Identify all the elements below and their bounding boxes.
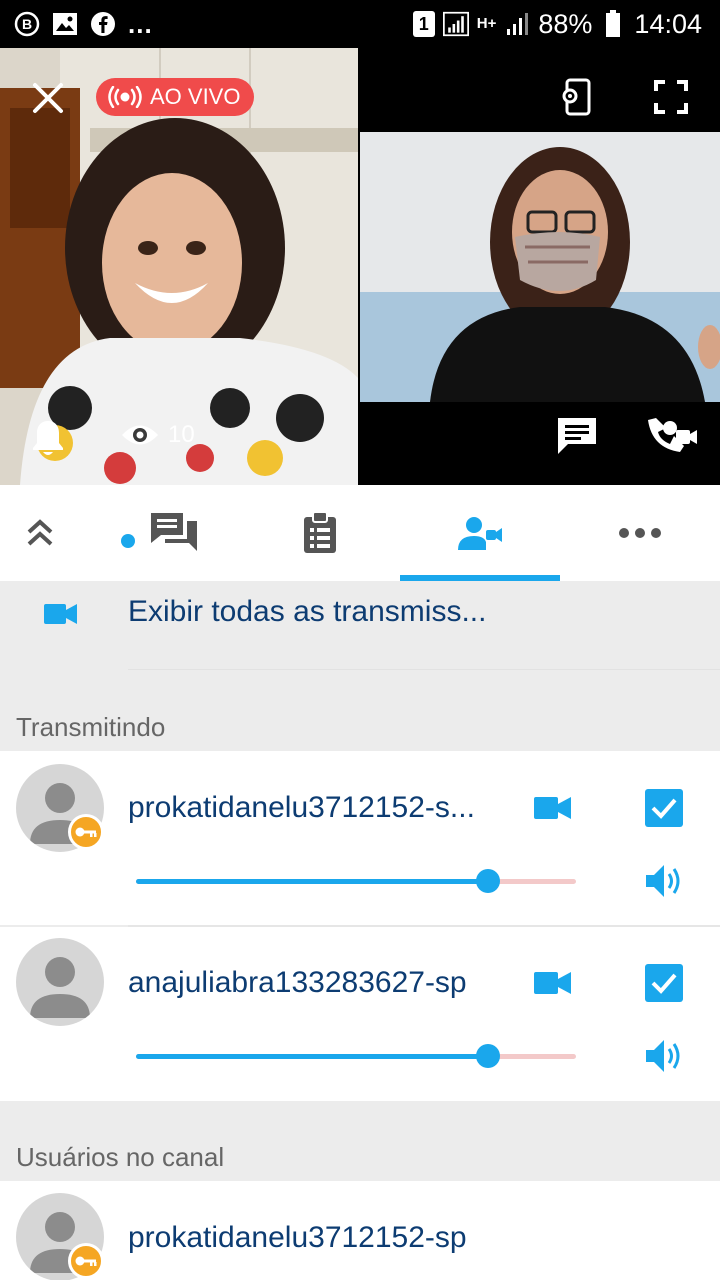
double-chevron-up-icon xyxy=(27,519,53,546)
phone-settings-icon xyxy=(562,78,591,116)
volume-slider-thumb[interactable] xyxy=(476,869,500,893)
user-video-tab-icon xyxy=(458,517,502,550)
tab-bar xyxy=(0,485,720,581)
signal-box-icon xyxy=(442,11,469,37)
user-video-icon xyxy=(648,418,697,452)
default-avatar-icon xyxy=(30,957,90,1018)
signal-icon xyxy=(504,11,530,37)
tab-chat[interactable] xyxy=(80,485,240,581)
volume-slider[interactable] xyxy=(136,869,576,893)
live-label: AO VIVO xyxy=(150,84,241,109)
video-area: AO VIVO 10 xyxy=(0,48,720,485)
volume-slider-fill xyxy=(136,1054,488,1059)
tab-broadcasts[interactable] xyxy=(400,485,560,581)
volume-slider[interactable] xyxy=(136,1044,576,1068)
key-icon xyxy=(75,1256,97,1266)
camera-toggle-icon[interactable] xyxy=(534,796,572,820)
check-icon xyxy=(651,973,677,994)
app-root: B ... 1 H+ 88% 14:04 AO VIVO 10 Exibir t… xyxy=(0,0,720,1280)
main-video[interactable]: AO VIVO 10 xyxy=(0,48,358,485)
eye-icon xyxy=(122,425,158,445)
section-broadcasting: Transmitindo xyxy=(16,712,166,742)
key-icon xyxy=(75,827,97,837)
status-bar: B ... 1 H+ 88% 14:04 xyxy=(0,0,720,48)
broadcaster-checkbox[interactable] xyxy=(645,789,683,827)
show-all-label: Exibir todas as transmiss... xyxy=(128,595,487,628)
fullscreen-button[interactable] xyxy=(654,80,688,119)
volume-slider-thumb[interactable] xyxy=(476,1044,500,1068)
avatar xyxy=(16,938,104,1026)
tab-clipboard[interactable] xyxy=(240,485,400,581)
video-camera-icon xyxy=(44,604,77,624)
close-button[interactable] xyxy=(30,80,66,116)
tab-collapse[interactable] xyxy=(0,485,80,581)
broadcaster-username: prokatidanelu3712152-s... xyxy=(128,791,475,824)
network-type: H+ xyxy=(476,15,497,32)
viewer-count-value: 10 xyxy=(168,421,195,448)
tab-more[interactable] xyxy=(560,485,720,581)
divider xyxy=(128,669,720,670)
clipboard-icon xyxy=(304,511,336,553)
volume-icon[interactable] xyxy=(644,1038,684,1074)
sim-badge: 1 xyxy=(412,11,435,37)
volume-icon[interactable] xyxy=(644,863,684,899)
broadcaster-row: prokatidanelu3712152-s... xyxy=(0,751,720,925)
volume-slider-fill xyxy=(136,879,488,884)
svg-text:B: B xyxy=(22,16,32,32)
secondary-video-frame xyxy=(360,132,720,402)
broadcast-icon xyxy=(108,86,142,108)
battery-icon xyxy=(600,10,626,37)
more-icon xyxy=(619,528,661,538)
check-icon xyxy=(651,798,677,819)
channel-user-row[interactable]: prokatidanelu3712152-sp xyxy=(0,1181,720,1280)
image-icon xyxy=(52,11,78,37)
viewer-count: 10 xyxy=(120,420,195,450)
broadcaster-row: anajuliabra133283627-sp xyxy=(0,927,720,1101)
channel-user-username: prokatidanelu3712152-sp xyxy=(128,1221,467,1254)
owner-key-badge xyxy=(68,814,104,850)
live-badge: AO VIVO xyxy=(96,78,255,116)
broadcaster-username: anajuliabra133283627-sp xyxy=(128,966,467,999)
fullscreen-icon xyxy=(654,80,688,114)
chat-unread-dot xyxy=(121,534,135,548)
camera-toggle-icon[interactable] xyxy=(534,971,572,995)
chat-toggle-button[interactable] xyxy=(556,416,598,461)
show-all-broadcasts[interactable]: Exibir todas as transmiss... xyxy=(0,581,720,669)
section-channel-users: Usuários no canal xyxy=(16,1142,225,1172)
status-overflow: ... xyxy=(128,8,153,39)
broadcaster-checkbox[interactable] xyxy=(645,964,683,1002)
bell-icon xyxy=(33,421,63,455)
facebook-icon xyxy=(90,11,116,37)
notifications-button[interactable] xyxy=(30,418,66,463)
chat-bubble-icon xyxy=(558,418,596,454)
video-call-button[interactable] xyxy=(646,418,698,459)
clock: 14:04 xyxy=(634,8,702,39)
chat-icon xyxy=(151,513,197,551)
close-icon xyxy=(33,83,63,113)
b-circle-icon: B xyxy=(14,11,40,37)
switch-camera-button[interactable] xyxy=(560,78,592,121)
battery-percent: 88% xyxy=(538,8,593,39)
secondary-video[interactable] xyxy=(360,132,720,402)
owner-key-badge xyxy=(68,1243,104,1279)
